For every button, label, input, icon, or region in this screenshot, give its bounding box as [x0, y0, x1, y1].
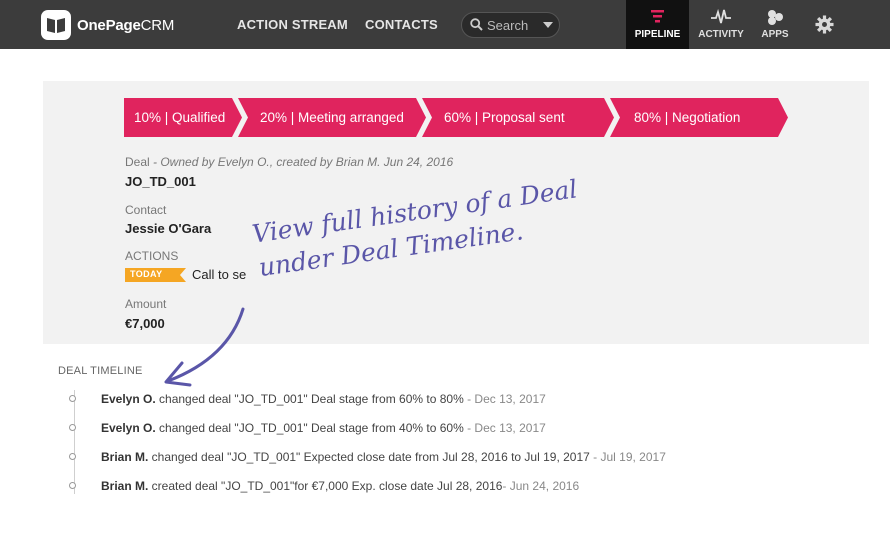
search-placeholder: Search	[487, 18, 529, 33]
deal-meta: Deal - Owned by Evelyn O., created by Br…	[125, 155, 454, 169]
nav-action-stream[interactable]: ACTION STREAM	[237, 17, 348, 32]
timeline-dot	[69, 395, 76, 402]
apps-icon	[753, 8, 797, 26]
stage-meeting-arranged[interactable]: 20% | Meeting arranged	[238, 98, 426, 137]
nav-activity[interactable]: ACTIVITY	[695, 0, 747, 49]
chevron-down-icon[interactable]	[543, 22, 553, 28]
nav-activity-label: ACTIVITY	[698, 29, 744, 40]
timeline-user[interactable]: Brian M.	[101, 479, 148, 493]
pipeline-icon	[626, 8, 689, 26]
annotation-arrow-icon	[164, 307, 245, 387]
nav-apps[interactable]: APPS	[753, 0, 797, 49]
timeline-user[interactable]: Evelyn O.	[101, 421, 156, 435]
contact-label: Contact	[125, 203, 167, 217]
timeline-dot	[69, 424, 76, 431]
deal-timeline-title: DEAL TIMELINE	[58, 365, 143, 377]
today-badge: TODAY	[125, 268, 186, 282]
timeline-dot	[69, 482, 76, 489]
contact-name[interactable]: Jessie O'Gara	[125, 221, 211, 236]
stage-proposal-sent[interactable]: 60% | Proposal sent	[422, 98, 614, 137]
book-icon	[41, 10, 71, 40]
app-logo[interactable]: OnePageCRM	[41, 10, 174, 40]
action-text[interactable]: Call to se	[192, 267, 246, 282]
timeline-user[interactable]: Brian M.	[101, 450, 148, 464]
logo-text: OnePageCRM	[77, 16, 175, 34]
timeline-dot	[69, 453, 76, 460]
top-navigation-bar: OnePageCRM ACTION STREAM CONTACTS Search…	[0, 0, 890, 49]
nav-pipeline[interactable]: PIPELINE	[626, 0, 689, 49]
nav-contacts[interactable]: CONTACTS	[365, 17, 438, 32]
actions-label: ACTIONS	[125, 249, 179, 263]
nav-apps-label: APPS	[761, 29, 789, 40]
nav-pipeline-label: PIPELINE	[634, 29, 681, 40]
timeline-user[interactable]: Evelyn O.	[101, 392, 156, 406]
stage-negotiation[interactable]: 80% | Negotiation	[610, 98, 788, 137]
timeline-line	[74, 390, 75, 494]
activity-pulse-icon	[695, 8, 747, 26]
deal-name: JO_TD_001	[125, 174, 196, 189]
stage-qualified[interactable]: 10% | Qualified	[124, 98, 242, 137]
gear-icon[interactable]	[815, 15, 834, 34]
search-icon	[470, 18, 483, 31]
search-box[interactable]: Search	[461, 12, 560, 38]
